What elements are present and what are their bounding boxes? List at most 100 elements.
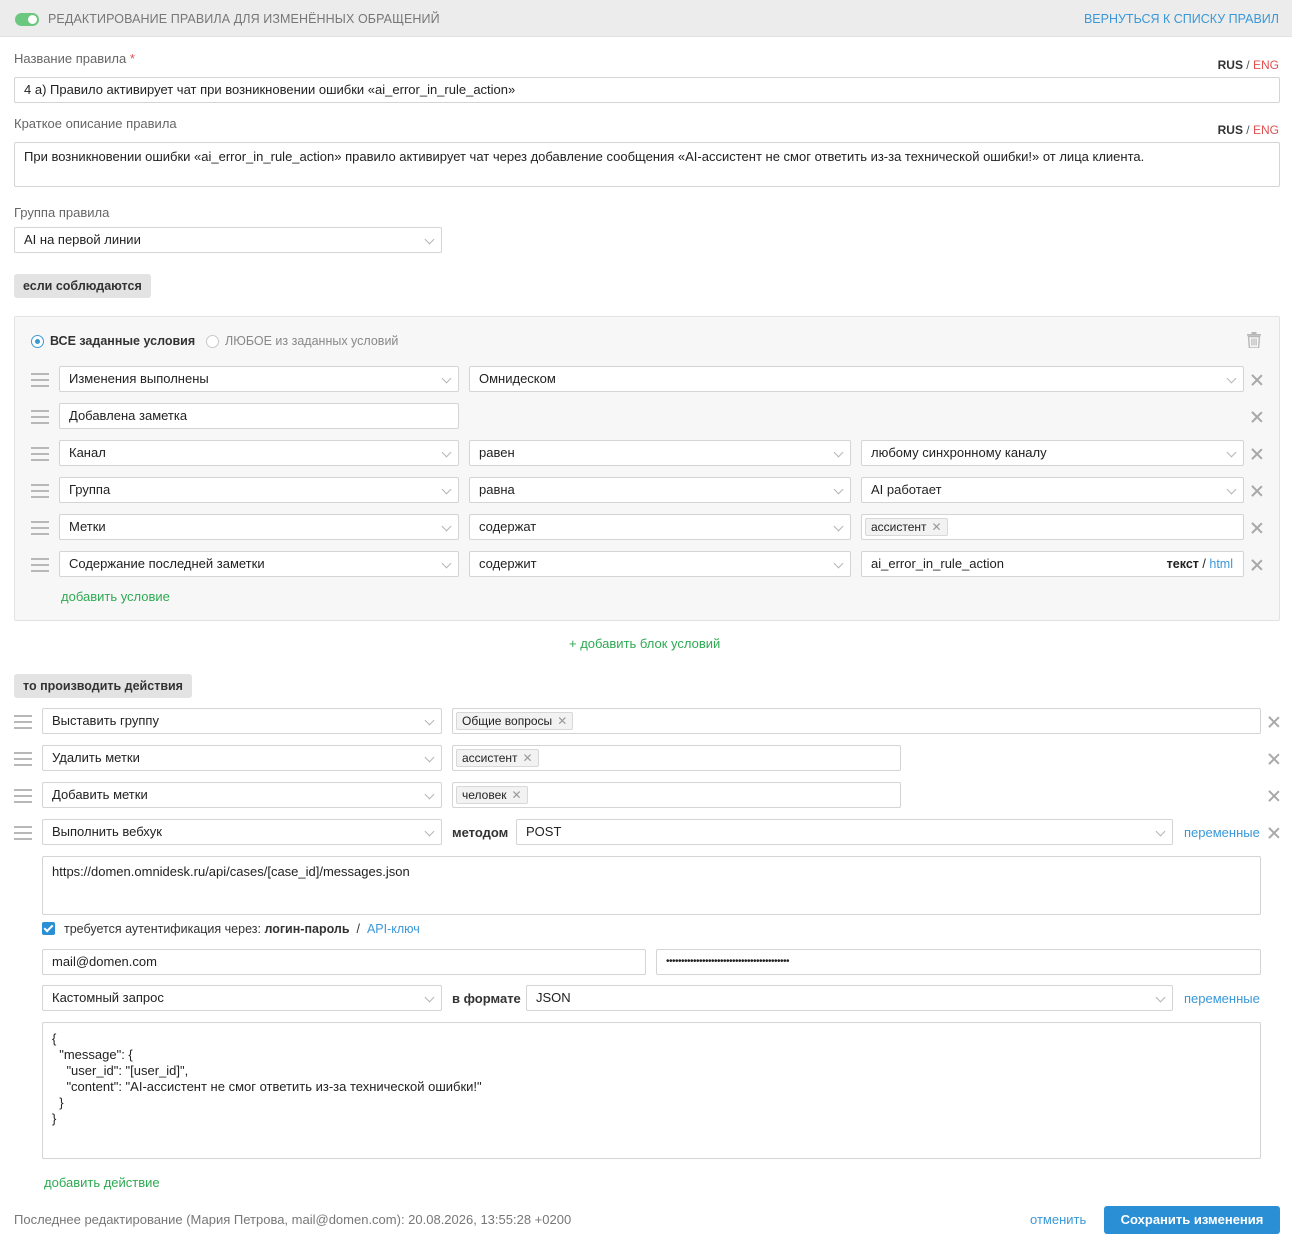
remove-condition-icon[interactable]: [1251, 411, 1263, 423]
add-condition-block-link[interactable]: + добавить блок условий: [569, 636, 720, 651]
action-tags-input[interactable]: Общие вопросы ✕: [452, 708, 1261, 734]
remove-action-icon[interactable]: [1268, 790, 1280, 802]
tag-chip: ассистент ✕: [456, 749, 539, 767]
required-mark: *: [129, 51, 135, 66]
condition-field-value: Группа: [69, 482, 111, 497]
mode-any-radio[interactable]: [206, 335, 219, 348]
chevron-down-icon: [833, 521, 844, 532]
drag-handle-icon[interactable]: [31, 521, 49, 535]
tag-remove-icon[interactable]: ✕: [523, 751, 533, 765]
request-type-select[interactable]: Кастомный запрос: [42, 985, 442, 1011]
add-condition-link[interactable]: добавить условие: [61, 589, 170, 604]
condition-value-input[interactable]: ai_error_in_rule_action текст / html: [861, 551, 1244, 577]
condition-field-select[interactable]: Содержание последней заметки: [59, 551, 459, 577]
webhook-method-value: POST: [526, 824, 562, 839]
variables-link[interactable]: переменные: [1184, 991, 1260, 1006]
variables-link[interactable]: переменные: [1184, 825, 1260, 840]
webhook-url-textarea[interactable]: https://domen.omnidesk.ru/api/cases/[cas…: [42, 856, 1261, 915]
add-action-link[interactable]: добавить действие: [44, 1175, 160, 1190]
remove-condition-icon[interactable]: [1251, 485, 1263, 497]
lang-eng[interactable]: ENG: [1253, 123, 1279, 137]
rule-name-input[interactable]: 4 а) Правило активирует чат при возникно…: [14, 77, 1280, 103]
remove-condition-icon[interactable]: [1251, 559, 1263, 571]
back-to-rules-link[interactable]: ВЕРНУТЬСЯ К СПИСКУ ПРАВИЛ: [1084, 12, 1279, 26]
chevron-down-icon: [424, 752, 435, 763]
tag-remove-icon[interactable]: ✕: [512, 788, 522, 802]
drag-handle-icon[interactable]: [31, 410, 49, 424]
save-button[interactable]: Сохранить изменения: [1104, 1206, 1280, 1234]
condition-operator-select[interactable]: равна: [469, 477, 851, 503]
chevron-down-icon: [441, 521, 452, 532]
action-type-value: Добавить метки: [52, 787, 148, 802]
action-tags-input[interactable]: ассистент ✕: [452, 745, 901, 771]
auth-login-password-option[interactable]: логин-пароль: [264, 922, 349, 936]
condition-field-select[interactable]: Изменения выполнены: [59, 366, 459, 392]
drag-handle-icon[interactable]: [31, 484, 49, 498]
condition-value-select[interactable]: AI работает: [861, 477, 1244, 503]
action-tags-input[interactable]: человек ✕: [452, 782, 901, 808]
auth-sep: /: [356, 922, 360, 936]
remove-condition-icon[interactable]: [1251, 448, 1263, 460]
condition-field-select[interactable]: Группа: [59, 477, 459, 503]
tag-remove-icon[interactable]: ✕: [932, 520, 942, 534]
remove-action-icon[interactable]: [1268, 827, 1280, 839]
mode-all-radio[interactable]: [31, 335, 44, 348]
remove-action-icon[interactable]: [1268, 753, 1280, 765]
mode-all-label[interactable]: ВСЕ заданные условия: [50, 334, 195, 348]
condition-tags-input[interactable]: ассистент ✕: [861, 514, 1244, 540]
action-type-select[interactable]: Добавить метки: [42, 782, 442, 808]
mode-any-label[interactable]: ЛЮБОЕ из заданных условий: [225, 334, 398, 348]
rule-group-select[interactable]: AI на первой линии: [14, 227, 442, 253]
request-format-select[interactable]: JSON: [526, 985, 1173, 1011]
condition-operator-select[interactable]: содержат: [469, 514, 851, 540]
condition-field-select[interactable]: Метки: [59, 514, 459, 540]
remove-condition-icon[interactable]: [1251, 522, 1263, 534]
auth-api-key-option[interactable]: API-ключ: [367, 922, 420, 936]
drag-handle-icon[interactable]: [14, 826, 32, 840]
trash-icon[interactable]: [1247, 332, 1261, 348]
rule-desc-textarea[interactable]: При возникновении ошибки «ai_error_in_ru…: [14, 142, 1280, 187]
request-type-value: Кастомный запрос: [52, 990, 164, 1005]
conditions-section-label: если соблюдаются: [14, 274, 151, 298]
lang-eng[interactable]: ENG: [1253, 58, 1279, 72]
action-type-select[interactable]: Выставить группу: [42, 708, 442, 734]
rule-active-toggle[interactable]: [15, 13, 39, 26]
webhook-method-select[interactable]: POST: [516, 819, 1173, 845]
remove-action-icon[interactable]: [1268, 716, 1280, 728]
drag-handle-icon[interactable]: [14, 789, 32, 803]
request-body-textarea[interactable]: { "message": { "user_id": "[user_id]", "…: [42, 1022, 1261, 1159]
condition-field-value: Добавлена заметка: [69, 408, 188, 423]
condition-operator-value: Омнидеском: [479, 371, 556, 386]
action-type-select[interactable]: Выполнить вебхук: [42, 819, 442, 845]
drag-handle-icon[interactable]: [31, 558, 49, 572]
tag-chip: Общие вопросы ✕: [456, 712, 574, 730]
auth-password-input[interactable]: ••••••••••••••••••••••••••••••••••••••••…: [656, 949, 1261, 975]
condition-value: ai_error_in_rule_action: [871, 556, 1004, 571]
drag-handle-icon[interactable]: [14, 715, 32, 729]
chevron-down-icon: [833, 484, 844, 495]
drag-handle-icon[interactable]: [31, 373, 49, 387]
method-label: методом: [452, 825, 509, 840]
action-type-select[interactable]: Удалить метки: [42, 745, 442, 771]
condition-field-select[interactable]: Добавлена заметка: [59, 403, 459, 429]
rule-name-lang-switch: RUS / ENG: [1218, 58, 1279, 72]
drag-handle-icon[interactable]: [14, 752, 32, 766]
lang-rus[interactable]: RUS: [1218, 58, 1243, 72]
chevron-down-icon: [833, 558, 844, 569]
drag-handle-icon[interactable]: [31, 447, 49, 461]
auth-login-input[interactable]: mail@domen.com: [42, 949, 646, 975]
condition-value-select[interactable]: любому синхронному каналу: [861, 440, 1244, 466]
cancel-link[interactable]: отменить: [1030, 1212, 1086, 1227]
condition-operator-select[interactable]: Омнидеском: [469, 366, 1244, 392]
condition-operator-select[interactable]: равен: [469, 440, 851, 466]
auth-required-checkbox[interactable]: [42, 922, 55, 935]
condition-field-select[interactable]: Канал: [59, 440, 459, 466]
tag-remove-icon[interactable]: ✕: [557, 714, 567, 728]
remove-condition-icon[interactable]: [1251, 374, 1263, 386]
lang-rus[interactable]: RUS: [1218, 123, 1243, 137]
format-text-option[interactable]: текст: [1167, 557, 1199, 571]
condition-operator-select[interactable]: содержит: [469, 551, 851, 577]
action-type-value: Выставить группу: [52, 713, 159, 728]
chevron-down-icon: [424, 992, 435, 1003]
format-html-option[interactable]: html: [1209, 557, 1233, 571]
